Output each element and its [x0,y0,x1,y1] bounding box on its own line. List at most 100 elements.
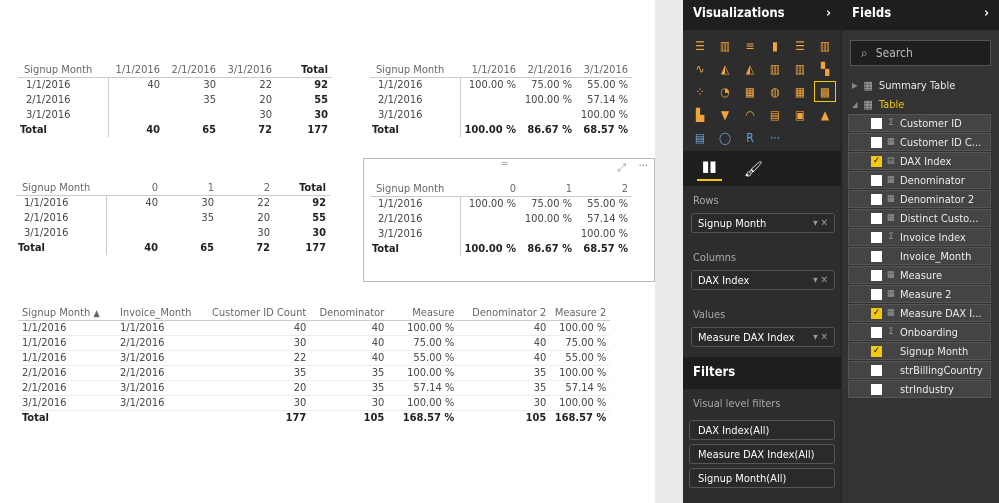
100-bar-chart-icon[interactable]: ☰ [790,36,810,55]
collapse-icon[interactable]: ◢ [852,100,858,109]
column-header[interactable]: Denominator 2 [458,305,551,321]
multi-row-card-icon[interactable]: ▤ [765,105,785,124]
remove-icon[interactable]: ▾ ✕ [813,218,828,229]
column-header[interactable]: 1 [162,180,218,196]
values-well[interactable]: Measure DAX Index ▾ ✕ [691,327,835,347]
column-header[interactable]: Signup Month [18,62,108,78]
field-item[interactable]: ✓ Signup Month [848,342,991,360]
treemap-icon[interactable]: ▦ [740,82,760,101]
column-header[interactable]: 0 [106,180,162,196]
matrix-icon[interactable]: ▩ [814,81,836,102]
column-header[interactable]: Measure 2 [550,305,611,321]
clustered-bar-chart-icon[interactable]: ≡ [740,36,760,55]
field-item[interactable]: ▦ Denominator [848,171,991,189]
area-chart-icon[interactable]: ◭ [715,59,735,78]
checkbox-icon[interactable] [871,174,882,186]
field-item[interactable]: ▦ Distinct Custo... [848,209,991,227]
column-header[interactable]: Signup Month ▲ [18,305,116,321]
column-header[interactable]: Customer ID Count [208,305,311,321]
card-icon[interactable]: ▣ [790,105,810,124]
checkbox-icon[interactable] [871,250,882,262]
checkbox-icon[interactable] [871,231,882,243]
stacked-area-chart-icon[interactable]: ◭ [740,59,760,78]
drag-handle-icon[interactable]: ═ [502,159,507,170]
matrix-counts-by-index[interactable]: Signup Month 0 1 2 Total 1/1/2016 40 30 22 92 2/1/… [16,180,330,255]
scatter-chart-icon[interactable]: ⁘ [690,82,710,101]
column-header[interactable]: 0 [460,181,521,197]
line-clustered-column-icon[interactable]: ▥ [790,59,810,78]
stacked-column-chart-icon[interactable]: ▥ [715,36,735,55]
focus-mode-icon[interactable]: ⤢ [617,161,626,175]
field-item[interactable]: ✓ ▤ DAX Index [848,152,991,170]
clustered-column-chart-icon[interactable]: ▮ [765,36,785,55]
checkbox-icon[interactable] [871,288,882,300]
field-item[interactable]: ▦ Customer ID C... [848,133,991,151]
field-item[interactable]: ▦ Measure 2 [848,285,991,303]
remove-icon[interactable]: ▾ ✕ [813,275,828,286]
search-input[interactable]: ⌕ Search [850,40,991,66]
column-header[interactable]: 1/1/2016 [108,62,164,78]
column-header[interactable]: 3/1/2016 [576,62,633,78]
matrix-percent-by-date[interactable]: Signup Month 1/1/2016 2/1/2016 3/1/2016 1/1/… [370,62,633,137]
field-item[interactable]: strIndustry [848,380,991,398]
checkbox-icon[interactable] [871,136,882,148]
funnel-icon[interactable]: ▼ [715,105,735,124]
line-column-chart-icon[interactable]: ▥ [765,59,785,78]
column-header[interactable]: 2/1/2016 [164,62,220,78]
100-column-chart-icon[interactable]: ▥ [815,36,835,55]
collapse-chevron-icon[interactable]: › [984,6,989,24]
column-header[interactable]: 1 [520,181,577,197]
checkbox-icon[interactable] [871,193,882,205]
column-header[interactable]: Denominator [310,305,389,321]
checkbox-icon[interactable] [871,269,882,281]
donut-chart-icon[interactable]: ◯ [715,128,735,147]
field-item[interactable]: strBillingCountry [848,361,991,379]
ribbon-chart-icon[interactable]: ▚ [815,59,835,78]
expand-icon[interactable]: ▶ [852,81,858,90]
checkbox-icon[interactable] [871,326,882,338]
checkbox-icon[interactable] [871,383,882,395]
field-item[interactable]: Σ Onboarding [848,323,991,341]
table-table[interactable]: ◢ ▦ Table [842,95,999,114]
filter-dax-index[interactable]: DAX Index(All) [689,420,835,440]
column-header[interactable]: Signup Month [370,62,460,78]
column-header[interactable]: 1/1/2016 [460,62,521,78]
column-header[interactable]: 2/1/2016 [520,62,577,78]
column-header[interactable]: 2 [576,181,633,197]
columns-well[interactable]: DAX Index ▾ ✕ [691,270,835,290]
more-visuals-icon[interactable]: ··· [765,128,785,147]
column-header[interactable]: Total [274,180,330,196]
pie-chart-icon[interactable]: ◔ [715,82,735,101]
checkbox-icon[interactable] [871,364,882,376]
kpi-icon[interactable]: ▲ [815,105,835,124]
matrix-counts-by-date[interactable]: Signup Month 1/1/2016 2/1/2016 3/1/2016 Tota… [18,62,332,137]
column-header[interactable]: Measure [388,305,459,321]
r-visual-icon[interactable]: R [740,128,760,147]
checkbox-checked-icon[interactable]: ✓ [871,307,882,319]
slicer-icon[interactable]: ▤ [690,128,710,147]
rows-well[interactable]: Signup Month ▾ ✕ [691,213,835,233]
sort-ascending-icon[interactable]: ▲ [93,309,99,319]
line-chart-icon[interactable]: ∿ [690,59,710,78]
column-header[interactable]: Signup Month [370,181,460,197]
column-header[interactable]: Invoice_Month [116,305,208,321]
stacked-bar-chart-icon[interactable]: ☰ [690,36,710,55]
filter-signup-month[interactable]: Signup Month(All) [689,468,835,488]
checkbox-checked-icon[interactable]: ✓ [871,155,882,167]
more-options-button[interactable]: ··· [639,159,648,172]
detail-table[interactable]: Signup Month ▲ Invoice_Month Customer ID C… [18,305,611,425]
field-item[interactable]: Σ Invoice Index [848,228,991,246]
remove-icon[interactable]: ▾ ✕ [813,332,828,343]
column-header[interactable]: Total [276,62,332,78]
field-item[interactable]: Invoice_Month [848,247,991,265]
field-item[interactable]: ▦ Measure [848,266,991,284]
map-icon[interactable]: ◍ [765,82,785,101]
matrix-percent-by-index[interactable]: Signup Month 0 1 2 1/1/2016 100.00 % 75.00 % 55… [370,181,633,256]
field-item[interactable]: ▦ Denominator 2 [848,190,991,208]
column-header[interactable]: 2 [218,180,274,196]
table-icon[interactable]: ▦ [790,82,810,101]
column-header[interactable]: 3/1/2016 [220,62,276,78]
checkbox-checked-icon[interactable]: ✓ [871,345,882,357]
gauge-icon[interactable]: ◠ [740,105,760,124]
field-item[interactable]: ✓ ▦ Measure DAX I... [848,304,991,322]
